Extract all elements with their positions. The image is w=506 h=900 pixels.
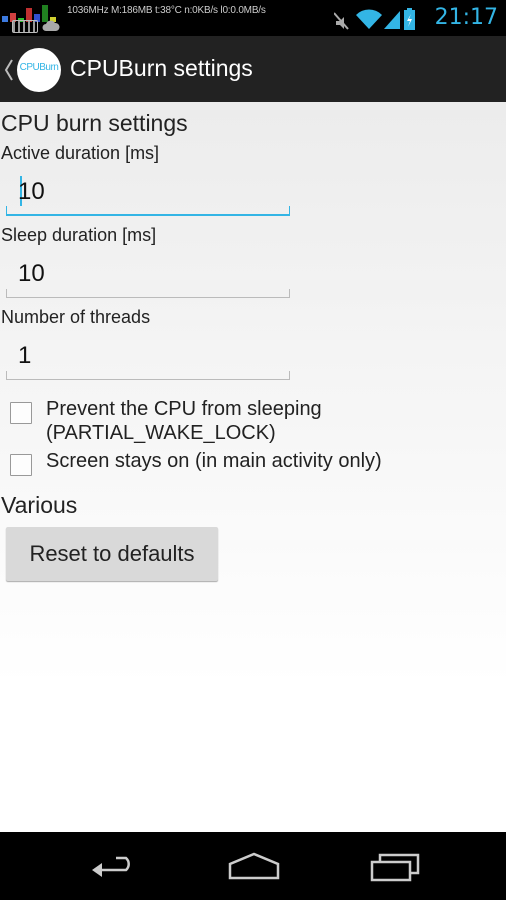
active-duration-value[interactable]: 10	[18, 178, 45, 206]
sleep-duration-label: Sleep duration [ms]	[1, 225, 157, 245]
wake-lock-label-line1: Prevent the CPU from sleeping	[46, 398, 322, 420]
section-header-cpu: CPU burn settings	[1, 110, 188, 136]
section-header-various: Various	[1, 492, 78, 518]
app-logo[interactable]: CPUBurn	[17, 48, 61, 92]
app-logo-text: CPUBurn	[19, 62, 59, 73]
navigation-bar	[0, 832, 506, 900]
sleep-duration-value[interactable]: 10	[18, 260, 45, 288]
status-notification-icons	[0, 0, 62, 36]
status-bar: 1036MHz M:186MB t:38°C n:0KB/s l0:0.0MB/…	[0, 0, 506, 36]
wifi-icon	[356, 9, 382, 29]
signal-icon	[384, 11, 400, 29]
page-title: CPUBurn settings	[70, 55, 253, 81]
mute-icon	[333, 12, 349, 30]
wake-lock-label-line2: (PARTIAL_WAKE_LOCK)	[46, 422, 276, 444]
threads-label: Number of threads	[1, 307, 151, 327]
back-icon[interactable]	[88, 850, 140, 884]
wake-lock-label: Prevent the CPU from sleeping (PARTIAL_W…	[46, 397, 486, 445]
settings-content: CPU burn settings Active duration [ms] 1…	[0, 102, 506, 832]
sleep-duration-field[interactable]: 10	[6, 254, 290, 298]
screen-on-checkbox[interactable]	[10, 454, 32, 476]
field-underline	[6, 371, 290, 380]
keyboard-icon	[12, 20, 38, 33]
battery-charging-icon	[404, 8, 415, 30]
action-bar: CPUBurn CPUBurn settings	[0, 36, 506, 102]
active-duration-label: Active duration [ms]	[1, 143, 160, 163]
field-underline	[6, 289, 290, 298]
status-icons	[333, 7, 416, 31]
reset-defaults-button[interactable]: Reset to defaults	[6, 527, 218, 581]
wake-lock-checkbox[interactable]	[10, 402, 32, 424]
system-stats-text: 1036MHz M:186MB t:38°C n:0KB/s l0:0.0MB/…	[67, 5, 266, 16]
screen-on-label: Screen stays on (in main activity only)	[46, 450, 382, 472]
up-chevron-icon[interactable]	[4, 58, 14, 82]
clock: 21:17	[434, 5, 498, 30]
threads-field[interactable]: 1	[6, 336, 290, 380]
recent-apps-icon[interactable]	[368, 850, 424, 884]
cloud-icon	[42, 20, 60, 31]
threads-value[interactable]: 1	[18, 342, 31, 370]
field-underline	[6, 206, 290, 216]
active-duration-field[interactable]: 10	[6, 172, 290, 216]
home-icon[interactable]	[226, 850, 282, 884]
